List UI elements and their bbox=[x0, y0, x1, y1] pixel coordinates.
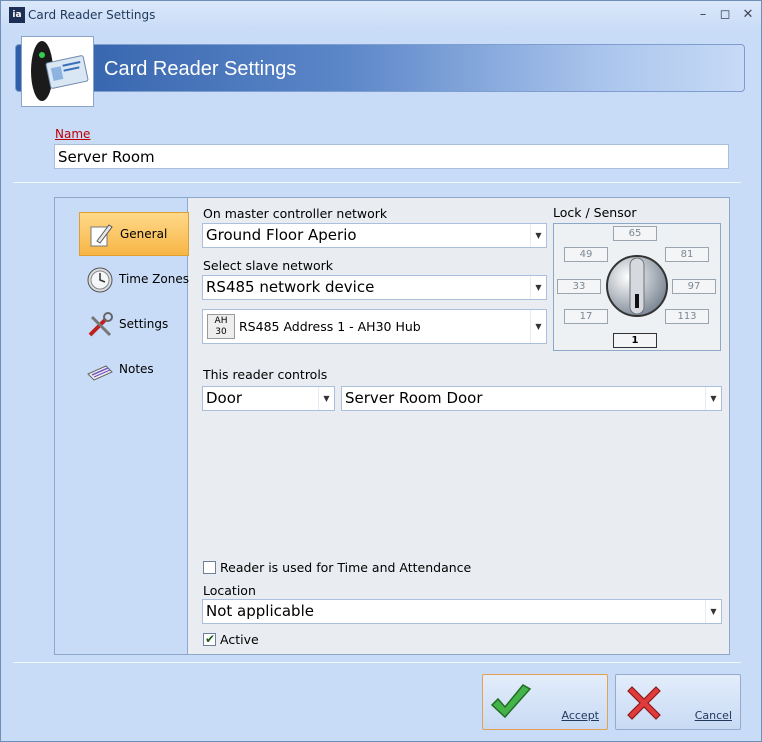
nav-item-notes[interactable]: Notes bbox=[79, 348, 189, 392]
lock-cell[interactable]: 97 bbox=[672, 279, 716, 294]
controls-type-select[interactable]: Door ▼ bbox=[202, 386, 335, 411]
chevron-down-icon: ▼ bbox=[705, 600, 721, 623]
general-pencil-icon bbox=[90, 224, 113, 247]
location-select[interactable]: Not applicable ▼ bbox=[202, 599, 722, 624]
minimize-button[interactable]: – bbox=[693, 5, 713, 25]
green-check-icon bbox=[490, 684, 532, 719]
controls-target-select[interactable]: Server Room Door ▼ bbox=[341, 386, 722, 411]
slave-network-select[interactable]: RS485 network device ▼ bbox=[202, 275, 547, 300]
card-reader-icon bbox=[21, 36, 94, 107]
active-checkbox[interactable]: ✔ bbox=[203, 632, 216, 646]
tools-icon bbox=[88, 312, 113, 337]
red-x-icon bbox=[627, 686, 661, 720]
time-attendance-checkbox[interactable] bbox=[203, 561, 216, 574]
controls-type-value: Door bbox=[206, 389, 243, 407]
separator-bottom bbox=[13, 662, 741, 663]
chevron-down-icon: ▼ bbox=[530, 310, 546, 343]
lock-cell-selected[interactable]: 1 bbox=[613, 333, 657, 348]
navigation-sidebar: General Time Zones Settings Notes bbox=[55, 198, 189, 654]
slave-network-label: Select slave network bbox=[203, 258, 334, 273]
location-label: Location bbox=[203, 583, 256, 598]
checkmark-icon: ✔ bbox=[205, 632, 216, 646]
cancel-label: Cancel bbox=[694, 709, 732, 722]
notes-icon bbox=[87, 365, 113, 381]
nav-label: General bbox=[120, 227, 168, 241]
active-label: Active bbox=[220, 632, 259, 647]
device-value: RS485 Address 1 - AH30 Hub bbox=[239, 319, 421, 334]
chevron-down-icon: ▼ bbox=[530, 224, 546, 247]
nav-item-settings[interactable]: Settings bbox=[79, 303, 189, 347]
controls-target-value: Server Room Door bbox=[345, 389, 483, 407]
separator-top bbox=[13, 182, 741, 183]
title-bar[interactable]: ia Card Reader Settings – ◻ ✕ bbox=[1, 1, 761, 29]
lock-cell[interactable]: 17 bbox=[564, 309, 608, 324]
name-input[interactable]: Server Room bbox=[54, 144, 729, 169]
lock-cell[interactable]: 49 bbox=[564, 247, 608, 262]
maximize-button[interactable]: ◻ bbox=[715, 5, 735, 25]
name-label: Name bbox=[55, 127, 91, 141]
lock-cell[interactable]: 65 bbox=[613, 226, 657, 241]
lock-sensor-dial: 65 49 81 33 97 17 113 1 bbox=[553, 223, 721, 351]
master-network-select[interactable]: Ground Floor Aperio ▼ bbox=[202, 223, 547, 248]
chevron-down-icon: ▼ bbox=[318, 387, 334, 410]
lock-cell[interactable]: 33 bbox=[557, 279, 601, 294]
hub-badge-text: AH 30 bbox=[214, 316, 228, 337]
header-banner: Card Reader Settings bbox=[15, 44, 745, 92]
nav-label: Notes bbox=[119, 362, 154, 376]
lock-cell[interactable]: 81 bbox=[665, 247, 709, 262]
accept-button[interactable]: Accept bbox=[482, 674, 608, 730]
location-value: Not applicable bbox=[206, 602, 314, 620]
banner-title: Card Reader Settings bbox=[104, 58, 297, 80]
master-network-value: Ground Floor Aperio bbox=[206, 226, 357, 244]
nav-item-time-zones[interactable]: Time Zones bbox=[79, 258, 189, 302]
slave-network-value: RS485 network device bbox=[206, 278, 375, 296]
nav-item-general[interactable]: General bbox=[79, 212, 189, 256]
cancel-button[interactable]: Cancel bbox=[615, 674, 741, 730]
time-attendance-label: Reader is used for Time and Attendance bbox=[220, 560, 472, 575]
chevron-down-icon: ▼ bbox=[705, 387, 721, 410]
accept-label: Accept bbox=[561, 709, 600, 722]
window-title: Card Reader Settings bbox=[28, 8, 156, 22]
master-network-label: On master controller network bbox=[203, 206, 388, 221]
rotary-dial-icon[interactable] bbox=[605, 254, 669, 318]
chevron-down-icon: ▼ bbox=[530, 276, 546, 299]
clock-icon bbox=[87, 267, 113, 293]
close-window-button[interactable]: ✕ bbox=[738, 5, 758, 25]
dialog-window: ia Card Reader Settings – ◻ ✕ Card Reade… bbox=[0, 0, 762, 742]
app-icon: ia bbox=[9, 7, 25, 23]
nav-label: Time Zones bbox=[119, 272, 189, 286]
lock-cell[interactable]: 113 bbox=[665, 309, 709, 324]
lock-sensor-label: Lock / Sensor bbox=[553, 205, 637, 220]
device-select[interactable]: AH 30 RS485 Address 1 - AH30 Hub ▼ bbox=[202, 309, 547, 344]
hub-badge-icon: AH 30 bbox=[207, 314, 235, 339]
controls-label: This reader controls bbox=[203, 367, 328, 382]
nav-label: Settings bbox=[119, 317, 169, 331]
